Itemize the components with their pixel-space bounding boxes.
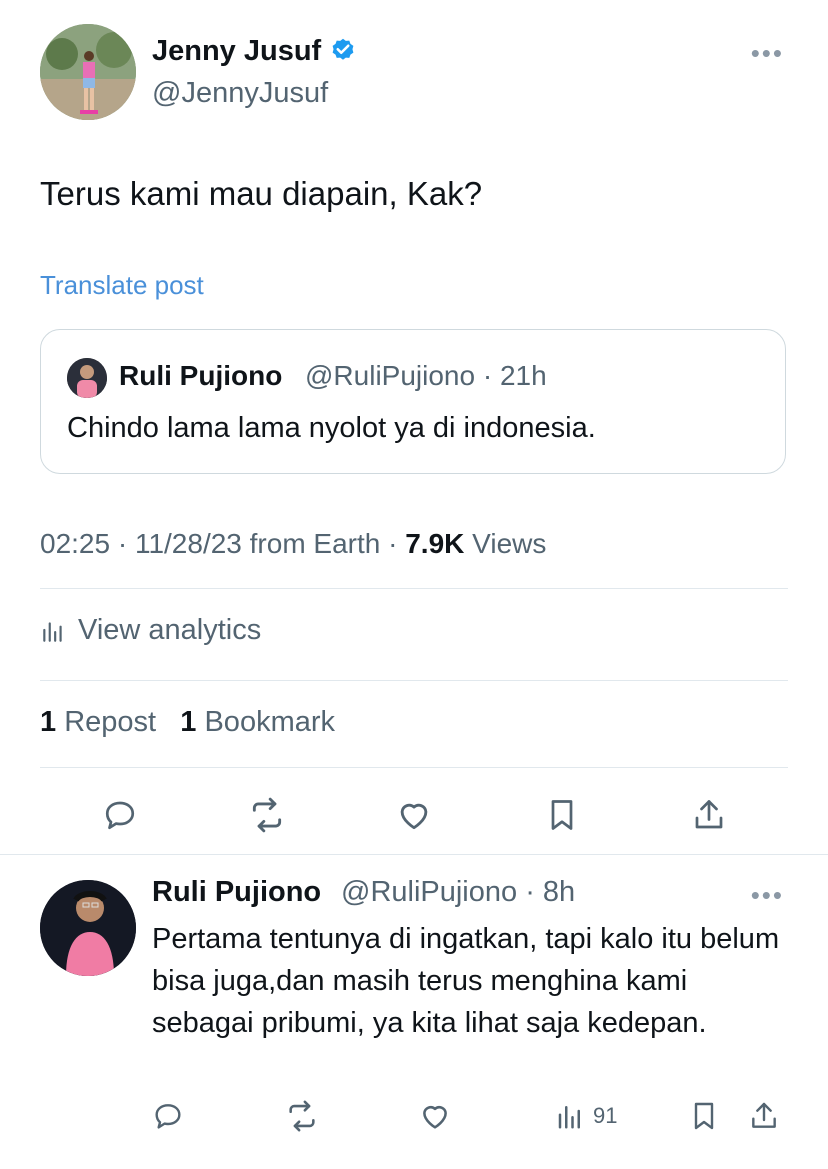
views-count: 7.9K [405,528,465,559]
more-options-icon[interactable]: ••• [751,38,784,69]
reply-reply-icon[interactable] [152,1096,184,1136]
divider [40,680,788,681]
reply-icon[interactable] [100,795,140,835]
tweet-meta: 02:25 · 11/28/23 from Earth · 7.9K Views [40,528,546,560]
divider [40,588,788,589]
tweet-text: Terus kami mau diapain, Kak? [40,175,483,212]
verified-badge-icon [329,37,357,65]
section-divider [0,854,828,855]
reply-time[interactable]: · 8h [525,876,575,908]
reposts-label: Repost [64,706,157,738]
reply-views-count: 91 [593,1103,618,1128]
quoted-author-handle-time: @RuliPujiono · 21h [305,360,547,392]
quoted-handle: @RuliPujiono [305,360,476,391]
bookmarks-stat[interactable]: 1 Bookmark [180,706,335,738]
views-label: Views [472,528,547,559]
bookmark-icon[interactable] [542,795,582,835]
quoted-author-avatar[interactable] [67,358,107,398]
author-handle[interactable]: @JennyJusuf [152,76,328,110]
like-icon[interactable] [394,795,434,835]
tweet-timestamp[interactable]: 02:25 · 11/28/23 from Earth · [40,528,397,559]
bookmarks-label: Bookmark [204,706,336,738]
reply-author-avatar[interactable] [40,880,136,976]
translate-post-link[interactable]: Translate post [40,270,204,301]
quoted-time: · 21h [482,360,547,391]
engagement-stats: 1 Repost 1 Bookmark [40,706,335,739]
reply-author-name[interactable]: Ruli Pujiono [152,876,321,909]
author-name-row[interactable]: Jenny Jusuf [152,34,357,68]
reply-text: Pertama tentunya di ingatkan, tapi kalo … [152,923,780,1039]
quoted-author-name: Ruli Pujiono [119,360,283,391]
reply-more-options-icon[interactable]: ••• [751,880,784,911]
view-analytics-label: View analytics [78,614,262,646]
tweet-action-bar [0,795,828,835]
reply-views[interactable]: 91 [555,1096,617,1136]
reply-like-icon[interactable] [418,1096,452,1136]
reply-handle-time: @RuliPujiono · 8h [341,876,575,909]
author-avatar[interactable] [40,24,136,120]
bookmarks-count: 1 [180,706,197,738]
divider [40,767,788,768]
repost-icon[interactable] [247,795,287,835]
reply-handle[interactable]: @RuliPujiono [341,876,517,908]
share-icon[interactable] [689,795,729,835]
bar-chart-icon [40,618,66,644]
reposts-count: 1 [40,706,57,738]
reply-repost-icon[interactable] [285,1096,319,1136]
reply-views-icon [555,1101,585,1131]
view-analytics-button[interactable]: View analytics [40,614,261,647]
reply-bookmark-icon[interactable] [688,1096,720,1136]
author-name[interactable]: Jenny Jusuf [152,34,321,68]
reply-share-icon[interactable] [748,1096,780,1136]
quoted-tweet-text: Chindo lama lama nyolot ya di indonesia. [67,412,596,444]
reply-action-bar: 91 [0,1096,828,1136]
reposts-stat[interactable]: 1 Repost [40,706,156,738]
quoted-tweet-card[interactable]: Ruli Pujiono @RuliPujiono · 21h Chindo l… [40,329,786,474]
